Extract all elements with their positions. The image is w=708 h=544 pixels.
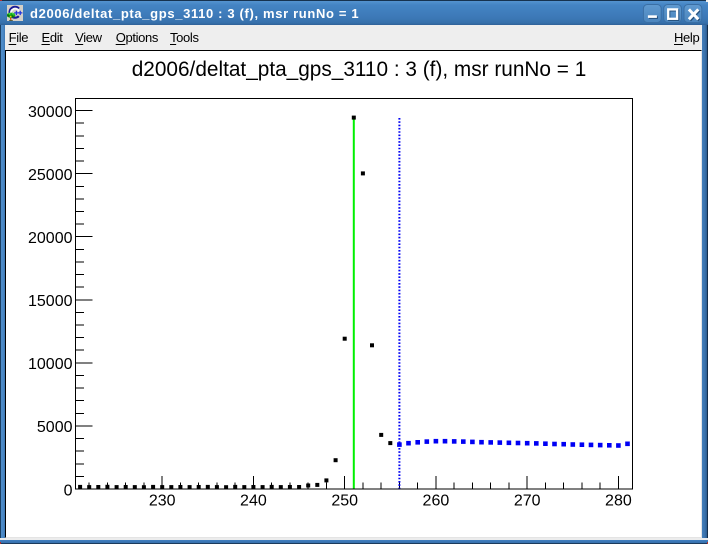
- svg-text:270: 270: [514, 493, 541, 510]
- svg-text:260: 260: [423, 493, 450, 510]
- svg-text:5000: 5000: [37, 419, 73, 436]
- svg-text:0: 0: [64, 482, 73, 499]
- svg-text:10000: 10000: [28, 356, 73, 373]
- svg-text:230: 230: [149, 493, 176, 510]
- svg-text:d2006/deltat_pta_gps_3110 : 3: d2006/deltat_pta_gps_3110 : 3 (f), msr r…: [132, 58, 587, 81]
- svg-text:15000: 15000: [28, 293, 73, 310]
- svg-text:240: 240: [240, 493, 267, 510]
- svg-text:25000: 25000: [28, 167, 73, 184]
- svg-text:20000: 20000: [28, 230, 73, 247]
- svg-text:250: 250: [331, 493, 358, 510]
- svg-text:280: 280: [605, 493, 632, 510]
- svg-text:30000: 30000: [28, 104, 73, 121]
